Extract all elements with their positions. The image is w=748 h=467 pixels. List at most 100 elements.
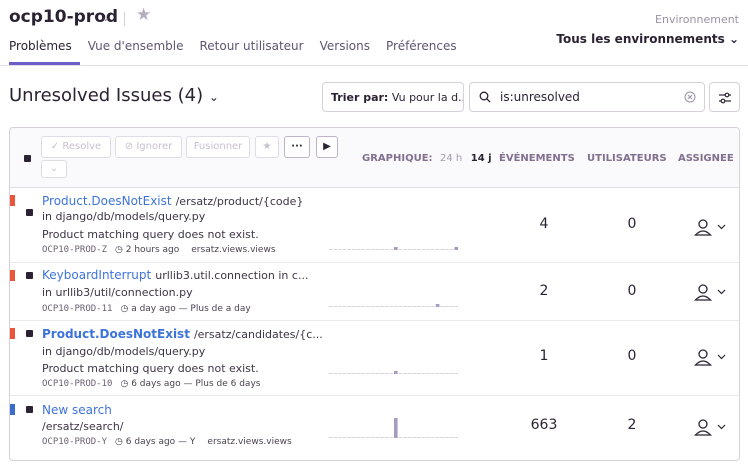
sparkline-bar [421,437,426,438]
sparkline-bar [426,249,431,250]
sparkline-bar [421,249,426,250]
sparkline-bar [384,249,389,250]
issue-title-link[interactable]: New search [42,403,112,417]
graph-24h-toggle[interactable]: 24 h [440,153,462,164]
issue-title-link[interactable]: Product.DoesNotExist/ersatz/candidates/{… [42,327,323,341]
user-count[interactable]: 0 [610,283,654,299]
issue-culprit: in django/db/models/query.py [42,345,206,358]
clear-icon[interactable] [684,91,696,103]
issue-row[interactable]: Product.DoesNotExist/ersatz/product/{cod… [10,188,739,263]
issue-row[interactable]: Product.DoesNotExist/ersatz/candidates/{… [10,321,739,396]
sparkline-bar [375,306,379,307]
user-count[interactable]: 2 [610,417,654,433]
search-input[interactable]: is:unresolved [469,82,705,112]
sparkline-bar [366,373,370,374]
event-count[interactable]: 2 [519,283,569,299]
issue-row[interactable]: KeyboardInterrupt urllib3.util.connection… [10,263,739,321]
sort-value: Vu pour la d... [391,91,464,104]
sparkline-bar [394,371,398,374]
environment-label: Environnement [655,13,739,26]
tab-issues[interactable]: Problèmes [9,38,80,65]
graph-14d-toggle[interactable]: 14 j [471,153,492,164]
issue-message: Product matching query does not exist. [42,362,259,375]
short-id[interactable]: OCP10-PROD-11 [42,304,112,314]
event-count[interactable]: 1 [519,348,569,364]
sparkline-bar [421,373,426,374]
sparkline-bar [329,249,333,250]
tab-overview[interactable]: Vue d'ensemble [88,38,192,65]
issue-checkbox[interactable] [26,272,33,279]
short-id[interactable]: OCP10-PROD-10 [42,379,112,389]
resolve-button[interactable]: ✓ Resolve [41,136,111,158]
issue-title-link[interactable]: KeyboardInterrupt urllib3.util.connection… [42,268,308,282]
event-count[interactable]: 4 [519,216,569,232]
sparkline-bar [417,306,421,307]
sparkline-bar [380,437,384,438]
sparkline [329,304,458,307]
level-indicator [10,195,15,206]
issue-age: 6 days ago — Plus de 6 days [131,379,261,389]
sparkline-bar [417,249,421,250]
play-realtime-button[interactable]: ▶ [316,136,338,158]
sparkline-bar [435,304,440,307]
short-id[interactable]: OCP10-PROD-Y [42,437,107,447]
sparkline-bar [426,306,431,307]
tab-settings[interactable]: Préférences [386,38,465,65]
sparkline-bar [440,306,444,307]
assignee-selector[interactable] [694,218,730,238]
issue-checkbox[interactable] [26,330,33,337]
sparkline-bar [375,249,379,250]
chevron-down-icon[interactable]: ⌄ [101,11,110,24]
issue-row[interactable]: New search /ersatz/search/ OCP10-PROD-Y ◷… [10,396,739,460]
more-actions-button[interactable]: ··· [284,136,310,158]
assignee-selector[interactable] [694,283,730,303]
sparkline-bar [333,437,338,438]
resolve-dropdown-button[interactable]: ⌄ [41,160,67,178]
sparkline-bar [431,306,435,307]
sort-dropdown[interactable]: Trier par: Vu pour la d... [322,82,464,112]
tab-releases[interactable]: Versions [320,38,378,65]
issue-title-link[interactable]: Product.DoesNotExist/ersatz/product/{cod… [42,194,303,208]
sparkline-bar [347,373,352,374]
sparkline-bar [356,249,361,250]
ignore-button[interactable]: ⊘ Ignorer [115,136,182,158]
short-id[interactable]: OCP10-PROD-Z [42,245,107,255]
star-icon[interactable]: ★ [136,5,151,25]
events-column-header: ÉVÉNEMENTS [499,153,575,164]
issue-meta: OCP10-PROD-Y ◷ 6 days ago — Y ersatz.views… [42,437,292,447]
level-indicator [10,328,15,339]
issue-checkbox[interactable] [26,406,33,413]
merge-label: Fusionner [193,141,243,152]
issue-location: /ersatz/candidates/{c... [193,328,323,341]
tab-user-feedback[interactable]: Retour utilisateur [199,38,311,65]
event-count[interactable]: 663 [519,417,569,433]
sparkline-bar [449,249,454,250]
sparkline-bar [431,437,435,438]
assignee-selector[interactable] [694,348,730,368]
assignee-selector[interactable] [694,418,730,438]
search-query: is:unresolved [500,90,580,104]
star-icon: ★ [262,141,272,152]
clock-icon: ◷ [115,437,123,447]
level-indicator [10,404,15,415]
merge-button[interactable]: Fusionner [186,136,250,158]
environment-selector[interactable]: Tous les environnements ⌄ [556,32,739,46]
sparkline [329,418,458,438]
sparkline-bar [426,437,431,438]
sparkline-bar [435,249,440,250]
page-title[interactable]: Unresolved Issues (4) ⌄ [9,85,219,106]
sparkline-bar [366,306,370,307]
filter-settings-button[interactable] [709,82,740,112]
sparkline-bar [398,249,403,250]
bookmark-button[interactable]: ★ [255,136,279,158]
user-count[interactable]: 0 [610,216,654,232]
clock-icon: ◷ [120,304,129,314]
sparkline-bar [333,249,338,250]
sparkline-bar [338,437,342,438]
issue-checkbox[interactable] [26,209,33,216]
issue-meta: OCP10-PROD-Z ◷ 2 hours ago ersatz.views.vi… [42,245,276,255]
environment-value: Tous les environnements [556,32,725,46]
select-all-checkbox[interactable] [24,155,31,162]
graph-column-header: GRAPHIQUE: 24 h 14 j [362,153,492,164]
user-count[interactable]: 0 [610,348,654,364]
